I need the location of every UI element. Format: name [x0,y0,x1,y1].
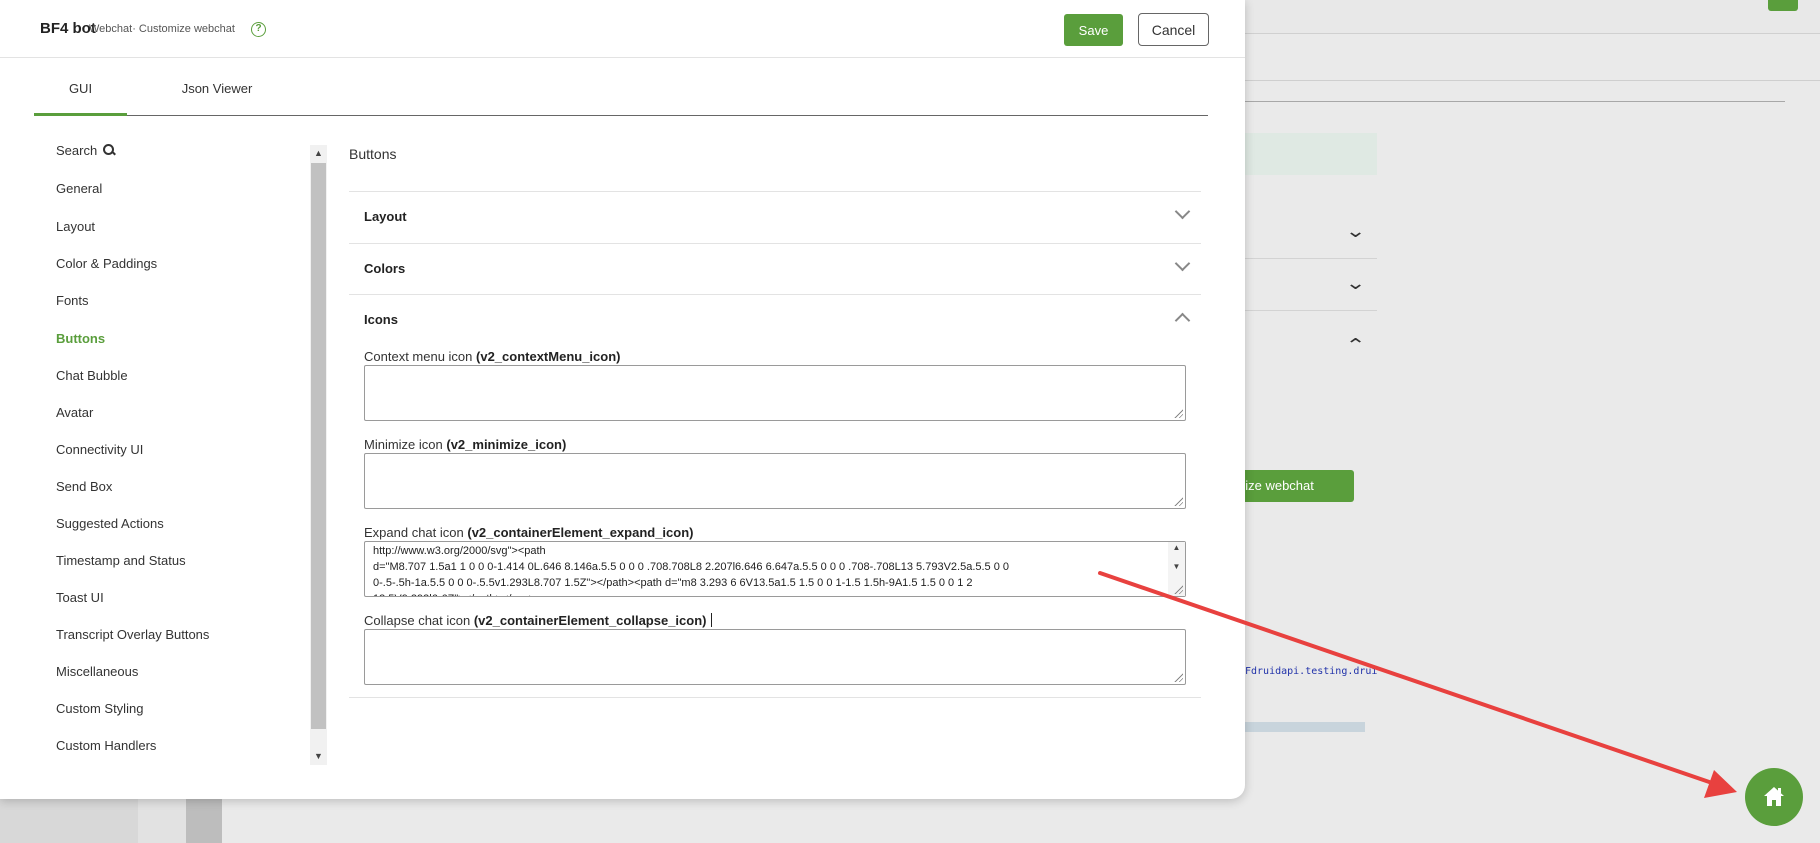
sidebar-item-layout[interactable]: Layout [56,219,95,234]
tab-gui[interactable]: GUI [34,72,127,116]
tab-json-viewer[interactable]: Json Viewer [154,72,280,116]
background-accordion: ⌄ [1245,207,1377,259]
section-layout[interactable]: Layout [349,191,1201,243]
modal-breadcrumb: Webchat· Customize webchat [89,23,235,35]
background-accordion: ⌄ [1245,311,1377,363]
scroll-down-arrow-icon[interactable]: ▼ [310,748,327,765]
sidebar-item-transcript-overlay-buttons[interactable]: Transcript Overlay Buttons [56,627,209,642]
sidebar-item-avatar[interactable]: Avatar [56,405,93,420]
chevron-down-icon: ⌄ [1344,273,1367,293]
minimize-icon-label: Minimize icon (v2_minimize_icon) [364,437,567,452]
context-menu-icon-field[interactable] [364,365,1186,421]
chat-launcher-button[interactable] [1745,768,1803,826]
background-accordion: ⌄ [1245,259,1377,311]
collapse-chat-icon-label: Collapse chat icon (v2_containerElement_… [364,613,712,628]
background-divider [1245,101,1785,102]
sidebar-search[interactable]: Search [56,143,115,158]
scroll-up-arrow-icon[interactable]: ▲ [1168,543,1185,552]
section-colors[interactable]: Colors [349,243,1201,295]
sidebar-item-custom-handlers[interactable]: Custom Handlers [56,738,156,753]
page-title: Buttons [349,146,397,162]
sidebar-item-toast-ui[interactable]: Toast UI [56,590,104,605]
section-icons[interactable]: Icons [349,294,1201,346]
scrollbar-thumb[interactable] [311,163,326,729]
search-icon [103,144,115,156]
help-circle-icon[interactable]: ? [251,22,266,37]
chevron-up-icon[interactable] [1177,311,1189,323]
sidebar-item-general[interactable]: General [56,181,102,196]
sidebar-item-timestamp-status[interactable]: Timestamp and Status [56,553,186,568]
background-green-chip [1768,0,1798,11]
expand-chat-icon-label: Expand chat icon (v2_containerElement_ex… [364,525,694,540]
sidebar-item-color-paddings[interactable]: Color & Paddings [56,256,157,271]
tab-bar: GUI Json Viewer [34,72,1208,116]
sidebar-item-suggested-actions[interactable]: Suggested Actions [56,516,164,531]
save-button[interactable]: Save [1064,14,1123,46]
content-divider [349,697,1201,698]
section-label: Colors [364,261,406,276]
sidebar-item-miscellaneous[interactable]: Miscellaneous [56,664,138,679]
sidebar-scrollbar[interactable]: ▲ ▼ [310,145,327,765]
sidebar-item-connectivity-ui[interactable]: Connectivity UI [56,442,143,457]
chevron-up-icon: ⌄ [1344,334,1367,354]
collapse-chat-icon-field[interactable] [364,629,1186,685]
resize-handle-icon[interactable] [1173,408,1183,418]
resize-handle-icon[interactable] [1173,496,1183,506]
chevron-down-icon[interactable] [1177,260,1189,272]
section-label: Layout [364,209,407,224]
chevron-down-icon: ⌄ [1344,221,1367,241]
modal-header: BF4 bot Webchat· Customize webchat ? Sav… [0,0,1245,58]
scroll-down-arrow-icon[interactable]: ▼ [1168,562,1185,571]
section-label: Icons [364,312,398,327]
resize-handle-icon[interactable] [1173,672,1183,682]
home-icon [1764,787,1784,806]
background-bar [1245,722,1365,732]
expand-chat-icon-field[interactable]: http://www.w3.org/2000/svg"><path d="M8.… [364,541,1186,597]
sidebar-item-buttons[interactable]: Buttons [56,331,105,346]
customize-webchat-modal: BF4 bot Webchat· Customize webchat ? Sav… [0,0,1245,799]
sidebar-item-custom-styling[interactable]: Custom Styling [56,701,143,716]
sidebar-item-chat-bubble[interactable]: Chat Bubble [56,368,128,383]
modal-title: BF4 bot [40,20,96,37]
background-divider [1245,80,1820,81]
expand-chat-icon-value[interactable]: http://www.w3.org/2000/svg"><path d="M8.… [373,543,1163,596]
sidebar-item-send-box[interactable]: Send Box [56,479,112,494]
background-panel [1245,133,1377,175]
cancel-button[interactable]: Cancel [1138,13,1209,46]
scroll-up-arrow-icon[interactable]: ▲ [310,145,327,162]
chevron-down-icon[interactable] [1177,208,1189,220]
minimize-icon-field[interactable] [364,453,1186,509]
background-code-snippet: Fdruidapi.testing.drui [1245,666,1378,677]
context-menu-icon-label: Context menu icon (v2_contextMenu_icon) [364,349,621,364]
sidebar-item-fonts[interactable]: Fonts [56,293,89,308]
sidebar-search-label: Search [56,143,98,158]
text-cursor [710,613,712,627]
